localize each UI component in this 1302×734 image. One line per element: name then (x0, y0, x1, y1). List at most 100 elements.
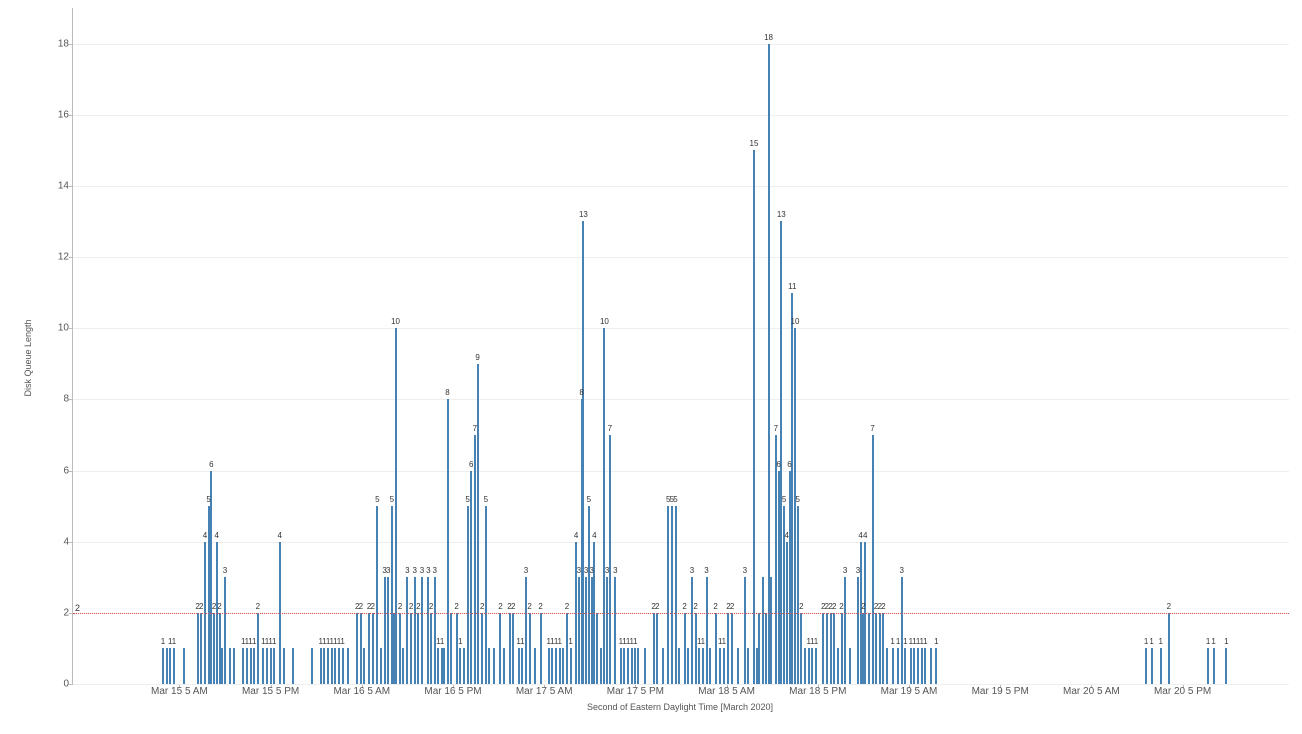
data-bar[interactable] (671, 506, 673, 684)
data-bar[interactable] (197, 613, 199, 684)
data-bar[interactable] (794, 328, 796, 684)
data-bar[interactable] (548, 648, 550, 684)
data-bar[interactable] (331, 648, 333, 684)
data-bar[interactable] (897, 648, 899, 684)
data-bar[interactable] (800, 613, 802, 684)
data-bar[interactable] (447, 399, 449, 684)
data-bar[interactable] (509, 613, 511, 684)
data-bar[interactable] (596, 613, 598, 684)
data-bar[interactable] (737, 648, 739, 684)
data-bar[interactable] (662, 648, 664, 684)
data-bar[interactable] (233, 648, 235, 684)
data-bar[interactable] (875, 613, 877, 684)
data-bar[interactable] (443, 648, 445, 684)
data-bar[interactable] (904, 648, 906, 684)
data-bar[interactable] (822, 613, 824, 684)
data-bar[interactable] (518, 648, 520, 684)
data-bar[interactable] (434, 577, 436, 684)
data-bar[interactable] (387, 577, 389, 684)
data-bar[interactable] (627, 648, 629, 684)
data-bar[interactable] (768, 44, 770, 684)
data-bar[interactable] (687, 648, 689, 684)
data-bar[interactable] (719, 648, 721, 684)
data-bar[interactable] (250, 648, 252, 684)
data-bar[interactable] (551, 648, 553, 684)
data-bar[interactable] (529, 613, 531, 684)
data-bar[interactable] (555, 648, 557, 684)
data-bar[interactable] (808, 648, 810, 684)
data-bar[interactable] (609, 435, 611, 684)
data-bar[interactable] (675, 506, 677, 684)
data-bar[interactable] (570, 648, 572, 684)
data-bar[interactable] (485, 506, 487, 684)
data-bar[interactable] (667, 506, 669, 684)
data-bar[interactable] (470, 471, 472, 684)
data-bar[interactable] (695, 613, 697, 684)
data-bar[interactable] (930, 648, 932, 684)
data-bar[interactable] (797, 506, 799, 684)
data-bar[interactable] (1145, 648, 1147, 684)
data-bar[interactable] (698, 648, 700, 684)
data-bar[interactable] (603, 328, 605, 684)
data-bar[interactable] (653, 613, 655, 684)
data-bar[interactable] (879, 613, 881, 684)
data-bar[interactable] (169, 648, 171, 684)
data-bar[interactable] (229, 648, 231, 684)
data-bar[interactable] (778, 471, 780, 684)
data-bar[interactable] (656, 613, 658, 684)
data-bar[interactable] (224, 577, 226, 684)
data-bar[interactable] (459, 648, 461, 684)
data-bar[interactable] (804, 648, 806, 684)
data-bar[interactable] (311, 648, 313, 684)
data-bar[interactable] (503, 648, 505, 684)
data-bar[interactable] (262, 648, 264, 684)
data-bar[interactable] (709, 648, 711, 684)
data-bar[interactable] (363, 648, 365, 684)
data-bar[interactable] (789, 471, 791, 684)
data-bar[interactable] (173, 648, 175, 684)
data-bar[interactable] (372, 613, 374, 684)
data-bar[interactable] (327, 648, 329, 684)
data-bar[interactable] (723, 648, 725, 684)
data-bar[interactable] (753, 150, 755, 684)
data-bar[interactable] (811, 648, 813, 684)
data-bar[interactable] (844, 577, 846, 684)
data-bar[interactable] (706, 577, 708, 684)
data-bar[interactable] (1168, 613, 1170, 684)
data-bar[interactable] (765, 613, 767, 684)
data-bar[interactable] (402, 648, 404, 684)
data-bar[interactable] (744, 577, 746, 684)
data-bar[interactable] (183, 648, 185, 684)
data-bar[interactable] (395, 328, 397, 684)
data-bar[interactable] (334, 648, 336, 684)
data-bar[interactable] (421, 577, 423, 684)
data-bar[interactable] (213, 613, 215, 684)
data-bar[interactable] (762, 577, 764, 684)
data-bar[interactable] (342, 648, 344, 684)
data-bar[interactable] (399, 613, 401, 684)
data-bar[interactable] (450, 613, 452, 684)
data-bar[interactable] (1213, 648, 1215, 684)
data-bar[interactable] (857, 577, 859, 684)
data-bar[interactable] (456, 613, 458, 684)
data-bar[interactable] (901, 577, 903, 684)
data-bar[interactable] (815, 648, 817, 684)
data-bar[interactable] (380, 648, 382, 684)
data-bar[interactable] (474, 435, 476, 684)
data-bar[interactable] (731, 613, 733, 684)
data-bar[interactable] (620, 648, 622, 684)
data-bar[interactable] (826, 613, 828, 684)
data-bar[interactable] (678, 648, 680, 684)
data-bar[interactable] (270, 648, 272, 684)
data-bar[interactable] (833, 613, 835, 684)
data-bar[interactable] (219, 613, 221, 684)
data-bar[interactable] (588, 506, 590, 684)
data-bar[interactable] (292, 648, 294, 684)
data-bar[interactable] (917, 648, 919, 684)
data-bar[interactable] (727, 613, 729, 684)
data-bar[interactable] (417, 613, 419, 684)
data-bar[interactable] (882, 613, 884, 684)
data-bar[interactable] (368, 613, 370, 684)
data-bar[interactable] (684, 613, 686, 684)
data-bar[interactable] (691, 577, 693, 684)
